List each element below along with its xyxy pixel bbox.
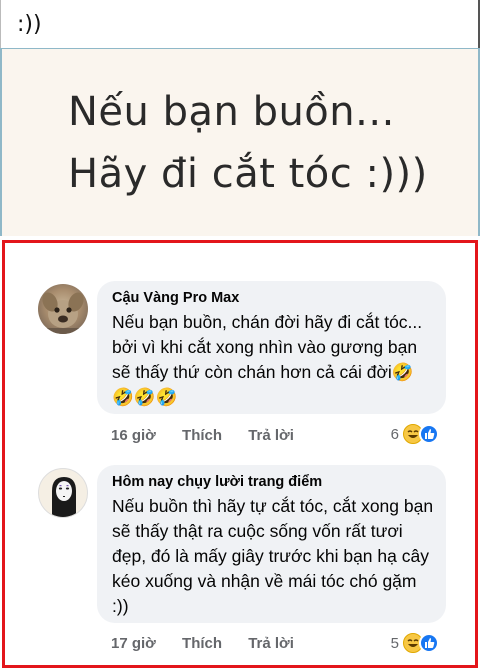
- reaction-summary[interactable]: 5: [391, 633, 439, 653]
- avatar[interactable]: [38, 468, 88, 518]
- comment-text: Nếu buồn thì hãy tự cắt tóc, cắt xong bạ…: [112, 496, 434, 616]
- reaction-count: 6: [390, 425, 399, 443]
- comment-bubble: Hôm nay chụy lười trang điểm Nếu buồn th…: [97, 465, 446, 623]
- quote-line-1: Nếu bạn buồn...: [68, 89, 395, 135]
- like-icon: [419, 424, 439, 444]
- comment-author[interactable]: Cậu Vàng Pro Max: [112, 290, 434, 306]
- like-button[interactable]: Thích: [182, 427, 222, 444]
- comment-time[interactable]: 16 giờ: [111, 427, 156, 444]
- reaction-summary[interactable]: 6: [391, 424, 439, 444]
- reply-button[interactable]: Trả lời: [248, 427, 294, 444]
- avatar[interactable]: [38, 284, 88, 334]
- dog-avatar-icon: [38, 292, 88, 334]
- comment-time[interactable]: 17 giờ: [111, 635, 156, 652]
- comments-section: Cậu Vàng Pro Max Nếu bạn buồn, chán đời …: [2, 240, 478, 668]
- comment-actions: 17 giờ Thích Trả lời: [111, 635, 316, 652]
- reaction-count: 5: [390, 634, 399, 652]
- caption-text: :)): [17, 12, 42, 37]
- post-caption: :)): [0, 0, 480, 48]
- reply-button[interactable]: Trả lời: [248, 635, 294, 652]
- comment-text: Nếu bạn buồn, chán đời hãy đi cắt tóc...…: [112, 312, 423, 407]
- like-icon: [419, 633, 439, 653]
- quote-image: Nếu bạn buồn... Hãy đi cắt tóc :))): [0, 48, 480, 236]
- comment-actions: 16 giờ Thích Trả lời: [111, 427, 316, 444]
- quote-line-2: Hãy đi cắt tóc :))): [68, 151, 428, 197]
- comment-bubble: Cậu Vàng Pro Max Nếu bạn buồn, chán đời …: [97, 281, 446, 414]
- like-button[interactable]: Thích: [182, 635, 222, 652]
- no-face-avatar-icon: [52, 477, 76, 517]
- comment-author[interactable]: Hôm nay chụy lười trang điểm: [112, 474, 434, 490]
